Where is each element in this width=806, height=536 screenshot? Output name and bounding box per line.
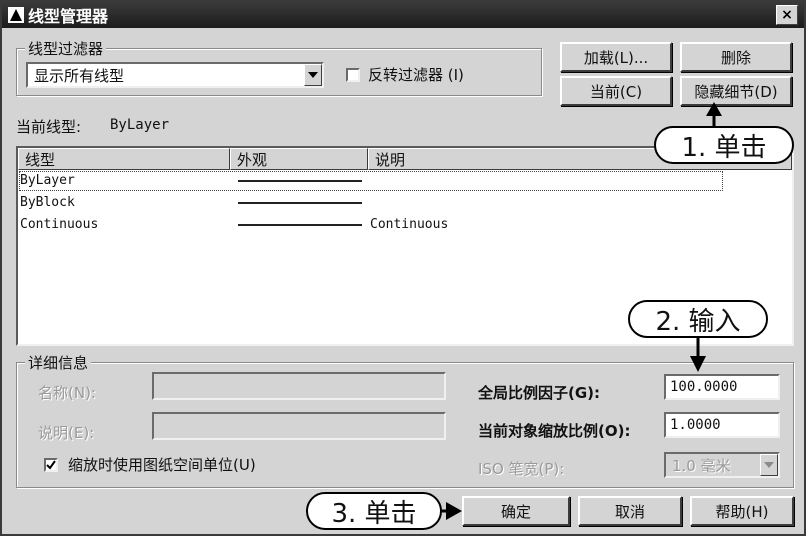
linetype-manager-dialog: 线型管理器 × 线型过滤器 显示所有线型 反转过滤器 (I) 加载(L)... … (0, 0, 806, 536)
arrow-icon (442, 102, 722, 520)
